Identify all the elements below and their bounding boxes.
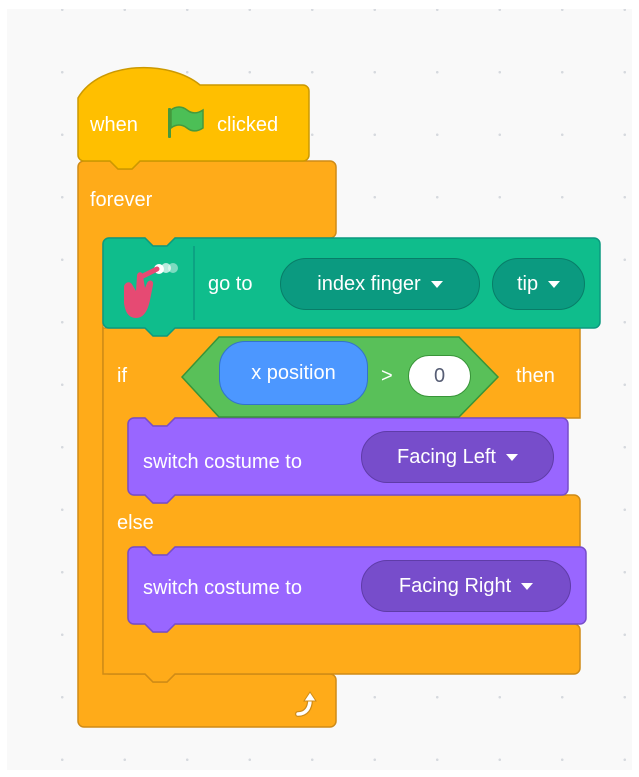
caret-down-icon <box>548 280 561 288</box>
operator-label: > <box>381 365 393 387</box>
costume-dropdown-left-value: Facing Left <box>397 445 496 468</box>
costume-dropdown-right[interactable]: Facing Right <box>361 560 571 612</box>
clicked-label: clicked <box>217 114 279 136</box>
part-dropdown-value: index finger <box>317 272 421 295</box>
go-to-label: go to <box>208 273 253 295</box>
caret-down-icon <box>505 453 518 461</box>
x-position-reporter[interactable]: x position <box>219 341 368 405</box>
point-dropdown-value: tip <box>516 272 539 295</box>
when-label: when <box>90 114 138 136</box>
caret-down-icon <box>521 582 534 590</box>
number-input[interactable]: 0 <box>408 355 471 397</box>
then-label: then <box>516 365 555 387</box>
else-label: else <box>117 512 154 534</box>
if-label: if <box>117 365 127 387</box>
costume-dropdown-left[interactable]: Facing Left <box>361 431 554 483</box>
switch-costume-label: switch costume to <box>143 451 302 473</box>
costume-dropdown-right-value: Facing Right <box>398 574 512 597</box>
forever-label: forever <box>90 189 153 211</box>
part-dropdown[interactable]: index finger <box>280 258 480 310</box>
number-input-value: 0 <box>433 364 446 387</box>
caret-down-icon <box>430 280 443 288</box>
point-dropdown[interactable]: tip <box>492 258 585 310</box>
x-position-label: x position <box>251 361 336 384</box>
switch-costume-label: switch costume to <box>143 577 302 599</box>
